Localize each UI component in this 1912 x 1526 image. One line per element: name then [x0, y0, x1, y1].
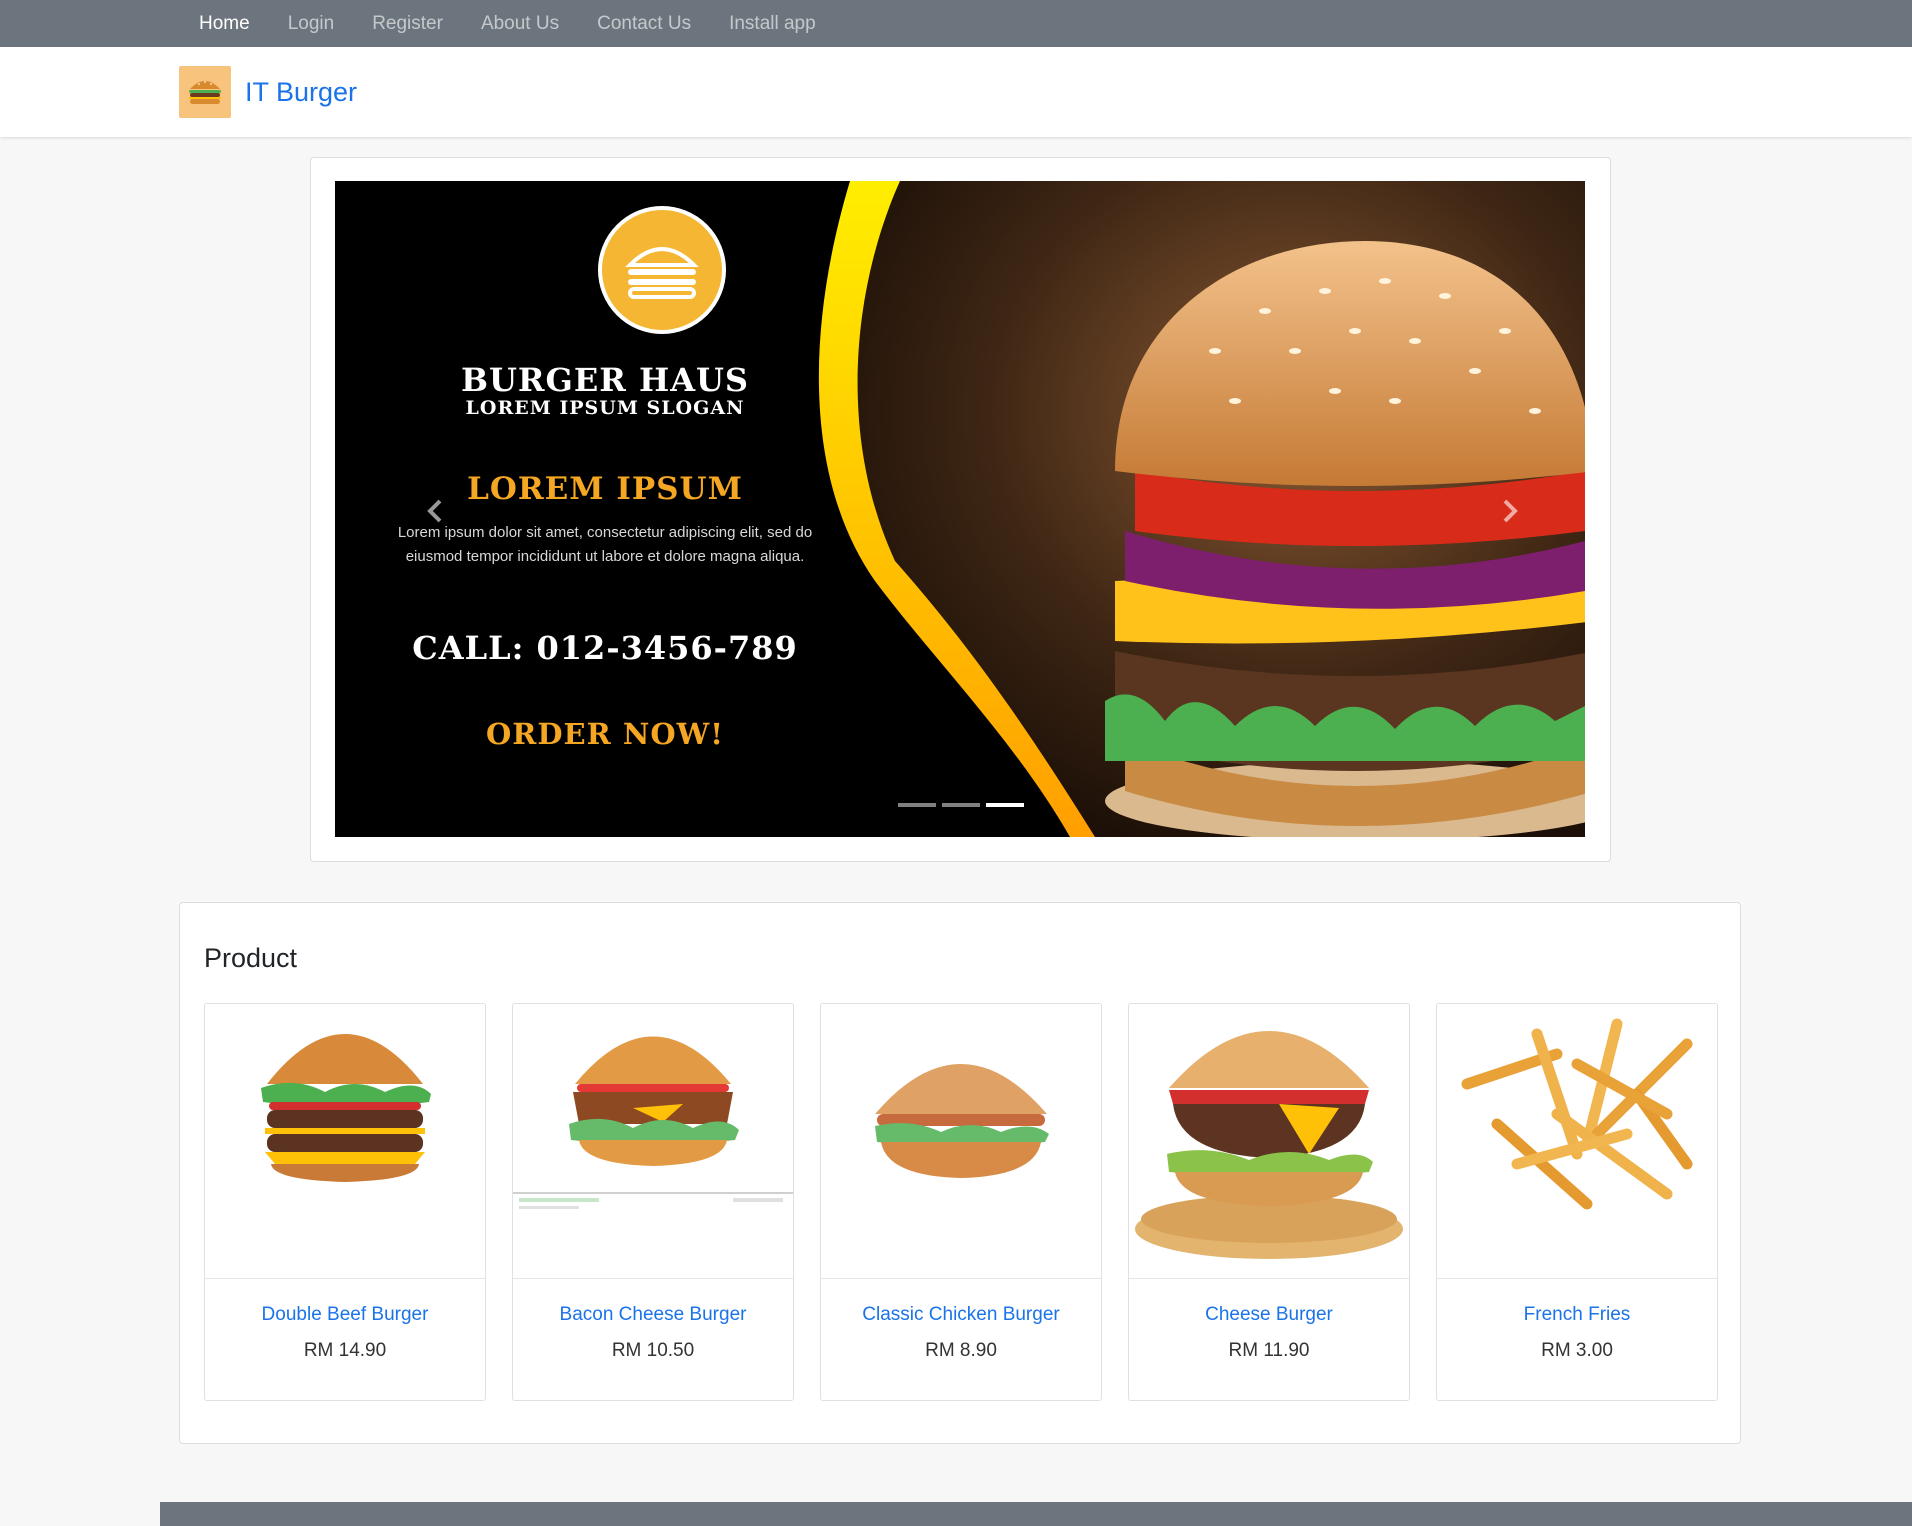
nav-links: Home Login Register About Us Contact Us … [180, 0, 835, 47]
nav-contact-us[interactable]: Contact Us [578, 13, 710, 35]
nav-install-app[interactable]: Install app [710, 13, 835, 35]
brand-bar: IT Burger [0, 47, 1912, 137]
carousel-slide: BURGER HAUS LOREM IPSUM SLOGAN LOREM IPS… [335, 181, 1585, 837]
product-section: Product Double Beef Burger RM 14.90 Baco… [179, 902, 1741, 1444]
product-name[interactable]: Double Beef Burger [205, 1304, 485, 1326]
burger-icon [179, 66, 231, 118]
nav-home[interactable]: Home [180, 13, 269, 35]
product-image [1129, 1004, 1409, 1279]
product-image [513, 1004, 793, 1279]
carousel-next-button[interactable] [1480, 481, 1540, 541]
product-card[interactable]: Bacon Cheese Burger RM 10.50 [512, 1003, 794, 1401]
top-navbar: Home Login Register About Us Contact Us … [0, 0, 1912, 47]
carousel-indicator-2[interactable] [942, 803, 980, 807]
product-price: RM 14.90 [303, 1340, 387, 1361]
carousel-indicator-1[interactable] [898, 803, 936, 807]
slide-call: CALL: 012-3456-789 [412, 629, 798, 667]
product-price: RM 8.90 [925, 1340, 997, 1361]
product-image [1437, 1004, 1717, 1279]
nav-about-us[interactable]: About Us [462, 13, 578, 35]
product-price: RM 3.00 [1541, 1340, 1613, 1361]
nav-login[interactable]: Login [269, 13, 354, 35]
burger-logo-icon [598, 206, 726, 334]
brand-name: IT Burger [245, 76, 358, 107]
product-image [821, 1004, 1101, 1279]
product-price: RM 10.50 [611, 1340, 695, 1361]
carousel-prev-button[interactable] [405, 481, 465, 541]
product-card[interactable]: Classic Chicken Burger RM 8.90 [820, 1003, 1102, 1401]
product-card[interactable]: Cheese Burger RM 11.90 [1128, 1003, 1410, 1401]
slide-slogan: LOREM IPSUM SLOGAN [465, 397, 745, 419]
nav-register[interactable]: Register [353, 13, 462, 35]
product-price: RM 11.90 [1228, 1340, 1310, 1361]
carousel-indicators [895, 803, 1027, 807]
hero-carousel: BURGER HAUS LOREM IPSUM SLOGAN LOREM IPS… [310, 157, 1611, 862]
chevron-right-icon [1503, 499, 1518, 523]
section-title: Product [204, 943, 298, 973]
chevron-left-icon [427, 499, 442, 523]
product-image [205, 1004, 485, 1279]
product-list: Double Beef Burger RM 14.90 Bacon Cheese… [204, 1003, 1718, 1401]
product-card[interactable]: Double Beef Burger RM 14.90 [204, 1003, 486, 1401]
slide-cta: ORDER NOW! [486, 717, 724, 751]
product-card[interactable]: French Fries RM 3.00 [1436, 1003, 1718, 1401]
footer-bar [160, 1502, 1912, 1526]
product-name[interactable]: Classic Chicken Burger [821, 1304, 1101, 1326]
slide-brand: BURGER HAUS [460, 361, 750, 399]
product-name[interactable]: French Fries [1437, 1304, 1717, 1326]
product-name[interactable]: Cheese Burger [1129, 1304, 1409, 1326]
brand-link[interactable]: IT Burger [179, 66, 357, 118]
product-name[interactable]: Bacon Cheese Burger [513, 1304, 793, 1326]
carousel-indicator-3[interactable] [986, 803, 1024, 807]
